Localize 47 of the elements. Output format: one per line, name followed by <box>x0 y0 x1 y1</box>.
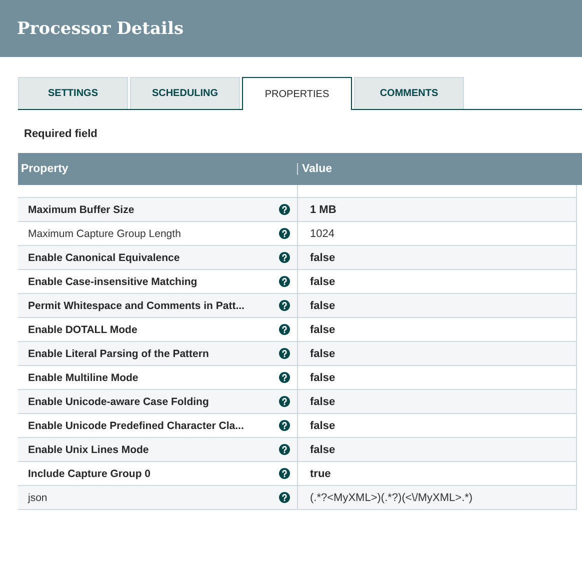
property-value: false <box>310 324 336 336</box>
property-value: false <box>310 396 336 408</box>
property-value: false <box>310 300 336 312</box>
tab[interactable]: PROPERTIES <box>242 77 352 110</box>
property-name: Enable DOTALL Mode <box>28 324 138 336</box>
help-icon[interactable] <box>279 252 290 263</box>
property-value: false <box>310 252 336 264</box>
property-name: Permit Whitespace and Comments in Patt... <box>28 300 244 312</box>
help-icon[interactable] <box>279 204 290 215</box>
property-value: false <box>310 420 336 432</box>
property-name: Enable Unix Lines Mode <box>28 444 149 456</box>
help-icon[interactable] <box>279 420 290 431</box>
property-name: Enable Case-insensitive Matching <box>28 276 198 288</box>
help-icon[interactable] <box>279 444 290 455</box>
property-name: Enable Literal Parsing of the Pattern <box>28 348 209 360</box>
property-name: Maximum Capture Group Length <box>28 228 181 240</box>
help-icon[interactable] <box>279 276 290 287</box>
dialog-title: Processor Details <box>17 18 184 38</box>
help-icon[interactable] <box>279 324 290 335</box>
property-value: false <box>310 276 336 288</box>
tab[interactable]: SETTINGS <box>18 77 128 109</box>
property-name: Include Capture Group 0 <box>28 468 151 480</box>
help-icon[interactable] <box>279 372 290 383</box>
property-name: Maximum Buffer Size <box>28 204 134 216</box>
help-icon[interactable] <box>279 468 290 479</box>
property-value: false <box>310 348 336 360</box>
property-value: (.*?<MyXML>)(.*?)(<\/MyXML>.*) <box>310 492 473 504</box>
help-icon[interactable] <box>279 228 290 239</box>
help-icon[interactable] <box>279 492 290 503</box>
property-name: Enable Unicode-aware Case Folding <box>28 396 209 408</box>
property-name: Enable Multiline Mode <box>28 372 138 384</box>
property-value: false <box>310 444 336 456</box>
property-value: false <box>310 372 336 384</box>
help-icon[interactable] <box>279 348 290 359</box>
property-name: Enable Canonical Equivalence <box>28 252 180 264</box>
property-value: 1024 <box>310 228 334 240</box>
column-header: Property <box>18 163 298 175</box>
property-value: 1 MB <box>310 204 336 216</box>
required-field-note: Required field <box>24 128 98 142</box>
help-icon[interactable] <box>279 300 290 311</box>
column-header: Value <box>301 163 332 175</box>
tab[interactable]: COMMENTS <box>354 77 464 109</box>
property-value: true <box>310 468 331 480</box>
property-name: Enable Unicode Predefined Character Cla... <box>28 420 244 432</box>
property-name: json <box>28 492 48 504</box>
help-icon[interactable] <box>279 396 290 407</box>
tab[interactable]: SCHEDULING <box>130 77 240 109</box>
